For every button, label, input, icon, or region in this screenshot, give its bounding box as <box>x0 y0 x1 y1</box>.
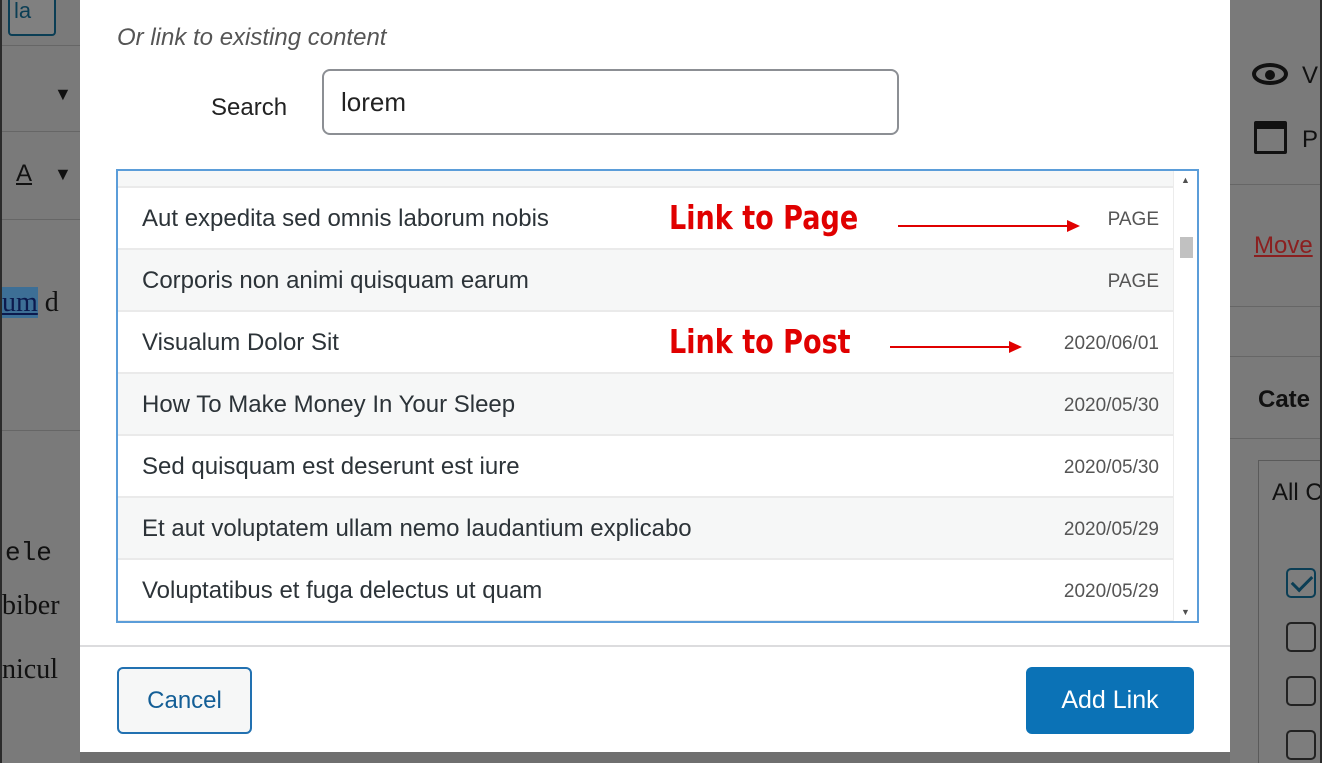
scrollbar-thumb[interactable] <box>1180 237 1193 258</box>
result-item[interactable]: Et aut voluptatem ullam nemo laudantium … <box>118 498 1173 560</box>
divider <box>1230 306 1320 307</box>
result-item[interactable]: Corporis non animi quisquam earum PAGE <box>118 250 1173 312</box>
search-results-list[interactable]: Aut expedita sed omnis laborum nobis PAG… <box>116 169 1199 623</box>
result-item[interactable]: Aut expedita sed omnis laborum nobis PAG… <box>118 188 1173 250</box>
cancel-button[interactable]: Cancel <box>117 667 252 734</box>
divider <box>2 219 80 220</box>
editor-line: nicul <box>2 654 58 685</box>
result-title: How To Make Money In Your Sleep <box>142 391 516 418</box>
result-item[interactable]: How To Make Money In Your Sleep 2020/05/… <box>118 374 1173 436</box>
scroll-down-icon[interactable]: ▼ <box>1174 603 1197 621</box>
dropdown-arrow-icon: ▼ <box>54 164 72 184</box>
section-title: Or link to existing content <box>117 24 387 51</box>
result-item[interactable]: Sed quisquam est deserunt est iure 2020/… <box>118 436 1173 498</box>
results-rows: Aut expedita sed omnis laborum nobis PAG… <box>118 171 1173 621</box>
search-input[interactable] <box>322 69 899 135</box>
divider <box>1230 356 1320 357</box>
editor-code-text: ele <box>5 538 52 568</box>
result-date: 2020/05/29 <box>1063 581 1159 602</box>
add-link-button[interactable]: Add Link <box>1026 667 1194 734</box>
divider <box>1230 438 1320 439</box>
divider <box>2 430 80 431</box>
footer-divider <box>80 645 1230 647</box>
checkbox-icon <box>1286 676 1316 706</box>
editor-text-tail: d <box>44 287 59 318</box>
move-to-trash-link: Move <box>1254 232 1313 259</box>
result-date: 2020/05/30 <box>1063 395 1159 416</box>
editor-selected-text: um <box>2 287 38 318</box>
annotation-link-to-post: Link to Post <box>669 322 851 361</box>
result-date: 2020/06/01 <box>1063 333 1159 354</box>
categories-heading: Cate <box>1258 386 1311 413</box>
result-type: PAGE <box>1107 209 1159 230</box>
calendar-icon <box>1254 121 1287 154</box>
result-title: Sed quisquam est deserunt est iure <box>142 453 520 480</box>
all-categories-tab: All C <box>1272 479 1322 506</box>
result-type: PAGE <box>1107 271 1159 292</box>
visibility-label: V <box>1302 62 1319 89</box>
divider <box>1230 184 1320 185</box>
result-date: 2020/05/30 <box>1063 457 1159 478</box>
insert-link-dialog: Or link to existing content Search Aut e… <box>80 0 1230 752</box>
result-title: Corporis non animi quisquam earum <box>142 267 529 294</box>
result-title: Et aut voluptatem ullam nemo laudantium … <box>142 515 692 542</box>
checkbox-icon <box>1286 622 1316 652</box>
search-label: Search <box>211 94 288 121</box>
checkbox-icon <box>1286 730 1316 760</box>
editor-sidebar-background: V P Move Cate All C <box>1230 0 1322 763</box>
result-title: Voluptatibus et fuga delectus ut quam <box>142 577 543 604</box>
result-item[interactable]: Voluptatibus et fuga delectus ut quam 20… <box>118 560 1173 621</box>
result-title: Aut expedita sed omnis laborum nobis <box>142 205 549 232</box>
checkbox-icon <box>1286 568 1316 598</box>
text-color-icon: A <box>16 160 33 187</box>
divider <box>2 45 80 46</box>
divider <box>2 131 80 132</box>
editor-line: biber <box>2 590 60 621</box>
publish-label: P <box>1302 126 1319 153</box>
result-date: 2020/05/29 <box>1063 519 1159 540</box>
editor-text: um d <box>2 287 59 319</box>
arrow-icon <box>890 341 1022 353</box>
annotation-link-to-page: Link to Page <box>669 198 859 237</box>
eye-icon <box>1252 63 1288 85</box>
results-scrollbar[interactable]: ▲ ▼ <box>1173 171 1197 621</box>
result-title: Visualum Dolor Sit <box>142 329 339 356</box>
list-top-edge <box>118 171 1173 188</box>
scroll-up-icon[interactable]: ▲ <box>1174 171 1197 189</box>
editor-toolbar-button: la <box>8 0 56 36</box>
editor-background-left: la ▼ A ▼ um d ele biber nicul <box>0 0 80 763</box>
dropdown-arrow-icon: ▼ <box>54 84 72 104</box>
arrow-icon <box>898 220 1080 232</box>
